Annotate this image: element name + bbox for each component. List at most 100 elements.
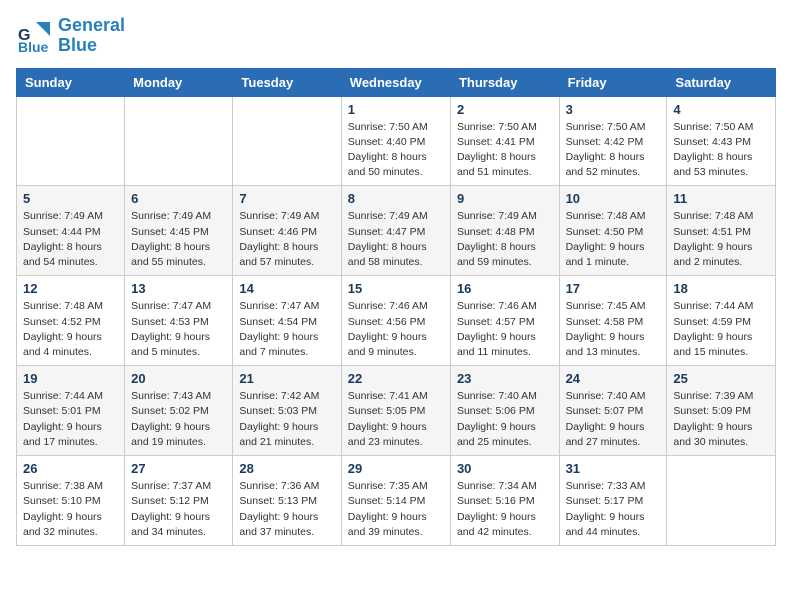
day-number: 14 <box>239 281 334 296</box>
day-number: 21 <box>239 371 334 386</box>
calendar-cell: 29Sunrise: 7:35 AM Sunset: 5:14 PM Dayli… <box>341 456 450 546</box>
calendar-cell: 15 Sunrise: 7:46 AM Sunset: 4:56 PM Dayli… <box>341 276 450 366</box>
calendar-cell <box>233 96 341 186</box>
day-info: Sunrise: 7:39 AM Sunset: 5:09 PM Dayligh… <box>673 389 769 450</box>
calendar-week-row: 26 Sunrise: 7:38 AM Sunset: 5:10 PM Dayli… <box>17 456 776 546</box>
day-info: Sunrise: 7:35 AM Sunset: 5:14 PM Dayligh… <box>348 479 444 540</box>
calendar-cell: 10Sunrise: 7:48 AM Sunset: 4:50 PM Dayli… <box>559 186 667 276</box>
day-number: 16 <box>457 281 553 296</box>
calendar-cell: 16 Sunrise: 7:46 AM Sunset: 4:57 PM Dayli… <box>450 276 559 366</box>
calendar-cell: 6 Sunrise: 7:49 AM Sunset: 4:45 PM Daylig… <box>125 186 233 276</box>
day-number: 27 <box>131 461 226 476</box>
day-number: 15 <box>348 281 444 296</box>
weekday-header-wednesday: Wednesday <box>341 68 450 96</box>
day-number: 20 <box>131 371 226 386</box>
day-number: 23 <box>457 371 553 386</box>
day-number: 28 <box>239 461 334 476</box>
day-number: 12 <box>23 281 118 296</box>
day-info: Sunrise: 7:45 AM Sunset: 4:58 PM Dayligh… <box>566 299 661 360</box>
day-info: Sunrise: 7:38 AM Sunset: 5:10 PM Dayligh… <box>23 479 118 540</box>
day-number: 18 <box>673 281 769 296</box>
day-info: Sunrise: 7:33 AM Sunset: 5:17 PM Dayligh… <box>566 479 661 540</box>
day-number: 25 <box>673 371 769 386</box>
calendar-cell: 12 Sunrise: 7:48 AM Sunset: 4:52 PM Dayli… <box>17 276 125 366</box>
day-info: Sunrise: 7:50 AM Sunset: 4:43 PM Dayligh… <box>673 120 769 181</box>
day-number: 2 <box>457 102 553 117</box>
day-number: 31 <box>566 461 661 476</box>
logo-icon: G Blue <box>16 18 52 54</box>
day-info: Sunrise: 7:47 AM Sunset: 4:53 PM Dayligh… <box>131 299 226 360</box>
calendar-table: SundayMondayTuesdayWednesdayThursdayFrid… <box>16 68 776 546</box>
calendar-cell: 8Sunrise: 7:49 AM Sunset: 4:47 PM Daylig… <box>341 186 450 276</box>
calendar-cell: 9 Sunrise: 7:49 AM Sunset: 4:48 PM Daylig… <box>450 186 559 276</box>
page-header: G Blue General Blue <box>16 16 776 56</box>
day-number: 11 <box>673 191 769 206</box>
day-info: Sunrise: 7:34 AM Sunset: 5:16 PM Dayligh… <box>457 479 553 540</box>
day-info: Sunrise: 7:36 AM Sunset: 5:13 PM Dayligh… <box>239 479 334 540</box>
calendar-cell: 14 Sunrise: 7:47 AM Sunset: 4:54 PM Dayli… <box>233 276 341 366</box>
day-number: 7 <box>239 191 334 206</box>
calendar-header-row: SundayMondayTuesdayWednesdayThursdayFrid… <box>17 68 776 96</box>
day-info: Sunrise: 7:50 AM Sunset: 4:42 PM Dayligh… <box>566 120 661 181</box>
day-info: Sunrise: 7:48 AM Sunset: 4:50 PM Dayligh… <box>566 209 661 270</box>
calendar-cell: 4Sunrise: 7:50 AM Sunset: 4:43 PM Daylig… <box>667 96 776 186</box>
calendar-cell: 18 Sunrise: 7:44 AM Sunset: 4:59 PM Dayli… <box>667 276 776 366</box>
calendar-cell <box>17 96 125 186</box>
day-info: Sunrise: 7:50 AM Sunset: 4:41 PM Dayligh… <box>457 120 553 181</box>
calendar-cell: 23 Sunrise: 7:40 AM Sunset: 5:06 PM Dayli… <box>450 366 559 456</box>
day-number: 22 <box>348 371 444 386</box>
calendar-cell <box>667 456 776 546</box>
calendar-cell: 20Sunrise: 7:43 AM Sunset: 5:02 PM Dayli… <box>125 366 233 456</box>
weekday-header-thursday: Thursday <box>450 68 559 96</box>
day-number: 9 <box>457 191 553 206</box>
day-number: 19 <box>23 371 118 386</box>
calendar-cell: 31 Sunrise: 7:33 AM Sunset: 5:17 PM Dayli… <box>559 456 667 546</box>
day-number: 6 <box>131 191 226 206</box>
weekday-header-tuesday: Tuesday <box>233 68 341 96</box>
calendar-week-row: 12 Sunrise: 7:48 AM Sunset: 4:52 PM Dayli… <box>17 276 776 366</box>
day-info: Sunrise: 7:46 AM Sunset: 4:57 PM Dayligh… <box>457 299 553 360</box>
calendar-cell: 24 Sunrise: 7:40 AM Sunset: 5:07 PM Dayli… <box>559 366 667 456</box>
day-number: 3 <box>566 102 661 117</box>
day-info: Sunrise: 7:40 AM Sunset: 5:07 PM Dayligh… <box>566 389 661 450</box>
calendar-cell: 3 Sunrise: 7:50 AM Sunset: 4:42 PM Daylig… <box>559 96 667 186</box>
day-number: 26 <box>23 461 118 476</box>
calendar-cell: 13 Sunrise: 7:47 AM Sunset: 4:53 PM Dayli… <box>125 276 233 366</box>
weekday-header-friday: Friday <box>559 68 667 96</box>
day-info: Sunrise: 7:41 AM Sunset: 5:05 PM Dayligh… <box>348 389 444 450</box>
weekday-header-monday: Monday <box>125 68 233 96</box>
calendar-cell: 25 Sunrise: 7:39 AM Sunset: 5:09 PM Dayli… <box>667 366 776 456</box>
svg-text:Blue: Blue <box>18 39 49 54</box>
day-info: Sunrise: 7:48 AM Sunset: 4:51 PM Dayligh… <box>673 209 769 270</box>
day-info: Sunrise: 7:49 AM Sunset: 4:48 PM Dayligh… <box>457 209 553 270</box>
day-number: 8 <box>348 191 444 206</box>
day-number: 5 <box>23 191 118 206</box>
day-info: Sunrise: 7:37 AM Sunset: 5:12 PM Dayligh… <box>131 479 226 540</box>
calendar-cell: 21Sunrise: 7:42 AM Sunset: 5:03 PM Dayli… <box>233 366 341 456</box>
calendar-cell: 1Sunrise: 7:50 AM Sunset: 4:40 PM Daylig… <box>341 96 450 186</box>
calendar-cell: 30Sunrise: 7:34 AM Sunset: 5:16 PM Dayli… <box>450 456 559 546</box>
logo-text-blue: Blue <box>58 36 125 56</box>
weekday-header-saturday: Saturday <box>667 68 776 96</box>
day-info: Sunrise: 7:49 AM Sunset: 4:46 PM Dayligh… <box>239 209 334 270</box>
day-info: Sunrise: 7:48 AM Sunset: 4:52 PM Dayligh… <box>23 299 118 360</box>
calendar-cell: 28 Sunrise: 7:36 AM Sunset: 5:13 PM Dayli… <box>233 456 341 546</box>
day-number: 24 <box>566 371 661 386</box>
day-info: Sunrise: 7:44 AM Sunset: 4:59 PM Dayligh… <box>673 299 769 360</box>
calendar-cell: 22 Sunrise: 7:41 AM Sunset: 5:05 PM Dayli… <box>341 366 450 456</box>
calendar-cell: 5Sunrise: 7:49 AM Sunset: 4:44 PM Daylig… <box>17 186 125 276</box>
logo: G Blue General Blue <box>16 16 125 56</box>
calendar-cell: 11 Sunrise: 7:48 AM Sunset: 4:51 PM Dayli… <box>667 186 776 276</box>
day-number: 13 <box>131 281 226 296</box>
day-info: Sunrise: 7:44 AM Sunset: 5:01 PM Dayligh… <box>23 389 118 450</box>
day-number: 1 <box>348 102 444 117</box>
calendar-week-row: 5Sunrise: 7:49 AM Sunset: 4:44 PM Daylig… <box>17 186 776 276</box>
day-info: Sunrise: 7:40 AM Sunset: 5:06 PM Dayligh… <box>457 389 553 450</box>
calendar-cell: 26 Sunrise: 7:38 AM Sunset: 5:10 PM Dayli… <box>17 456 125 546</box>
calendar-cell: 2 Sunrise: 7:50 AM Sunset: 4:41 PM Daylig… <box>450 96 559 186</box>
day-info: Sunrise: 7:49 AM Sunset: 4:45 PM Dayligh… <box>131 209 226 270</box>
day-info: Sunrise: 7:47 AM Sunset: 4:54 PM Dayligh… <box>239 299 334 360</box>
calendar-cell: 27 Sunrise: 7:37 AM Sunset: 5:12 PM Dayli… <box>125 456 233 546</box>
day-info: Sunrise: 7:46 AM Sunset: 4:56 PM Dayligh… <box>348 299 444 360</box>
weekday-header-sunday: Sunday <box>17 68 125 96</box>
